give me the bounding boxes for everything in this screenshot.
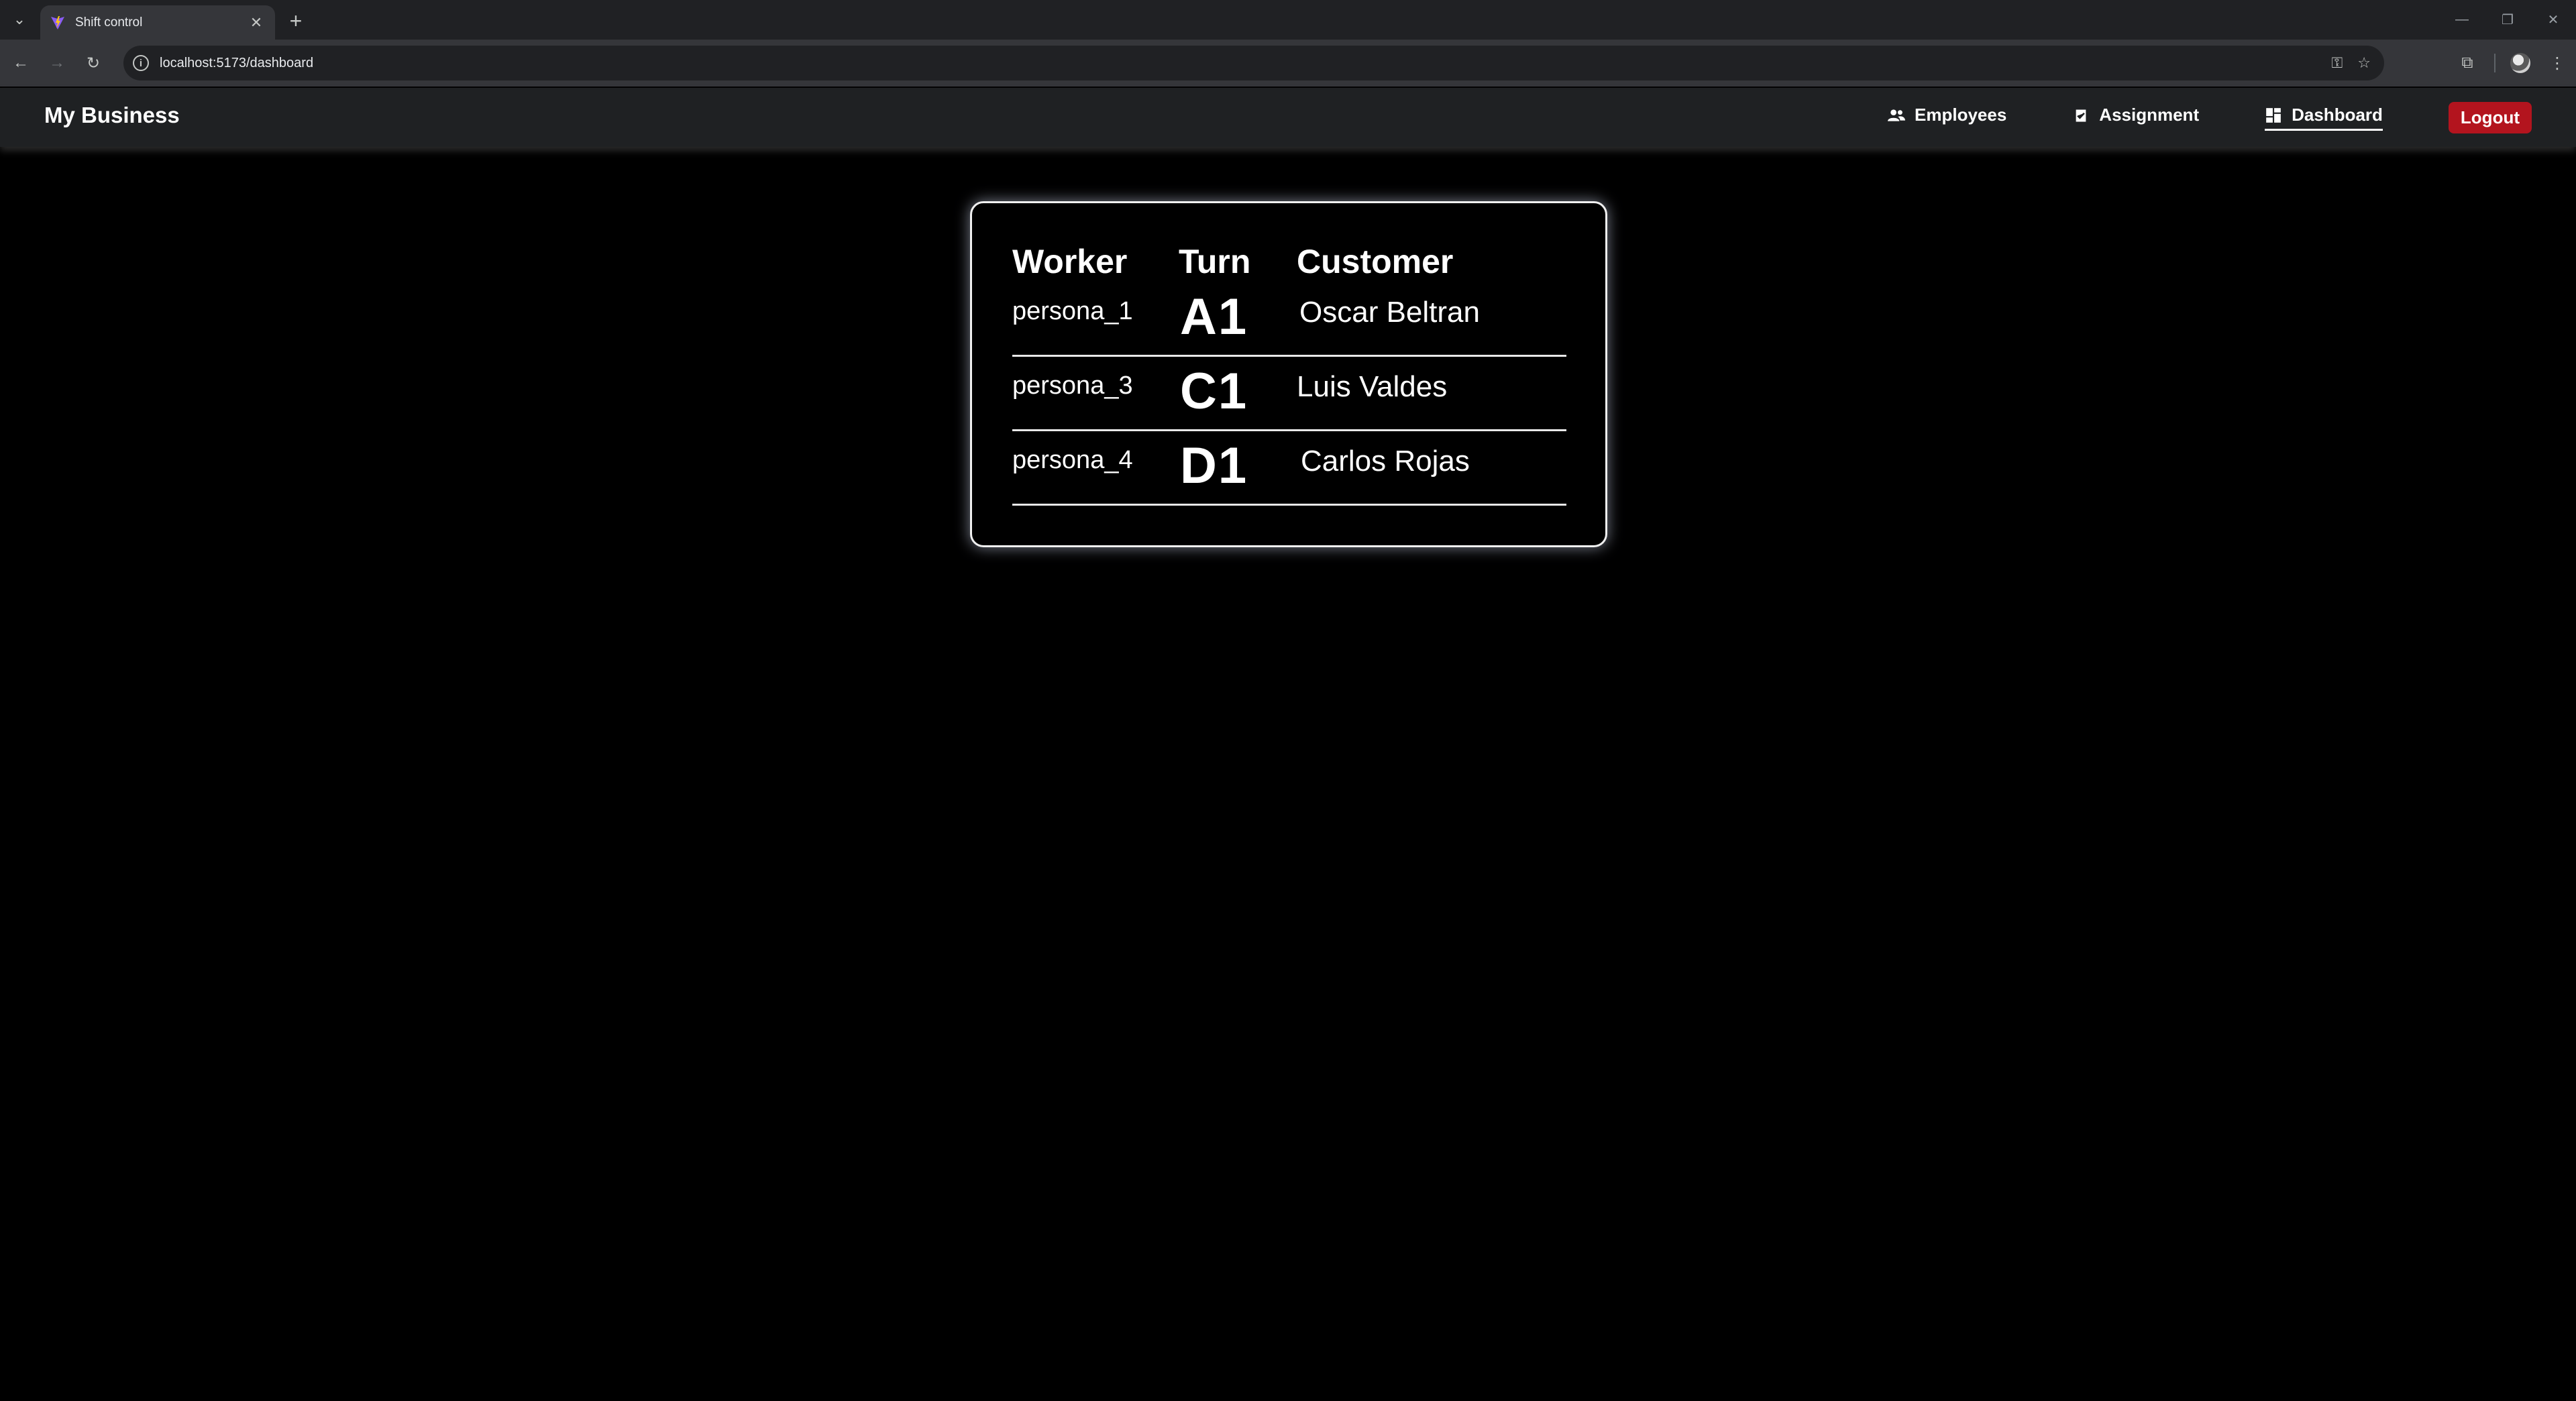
nav-assignment[interactable]: Assignment	[2072, 104, 2199, 131]
browser-tabstrip: ⌄ Shift control ✕ + — ❐ ✕	[0, 0, 2576, 40]
restore-icon[interactable]: ❐	[2485, 0, 2530, 40]
row-turn: C1	[1180, 363, 1248, 420]
users-icon	[1888, 109, 1905, 121]
profile-avatar[interactable]	[2510, 53, 2530, 73]
nav-employees[interactable]: Employees	[1888, 104, 2006, 131]
nav-assignment-label: Assignment	[2099, 105, 2200, 125]
tab-close-icon[interactable]: ✕	[247, 14, 266, 32]
dashboard-grid-icon	[2266, 107, 2281, 123]
row-customer: Oscar Beltran	[1299, 296, 1480, 329]
turn-row: persona_3 C1 Luis Valdes	[1012, 357, 1566, 431]
browser-toolbar: ← → ↻ i localhost:5173/dashboard ⚿ ☆ ⧉ ⋮	[0, 40, 2576, 87]
nav-dashboard-label: Dashboard	[2292, 105, 2383, 125]
turn-row: persona_1 A1 Oscar Beltran	[1012, 282, 1566, 357]
row-customer: Carlos Rojas	[1301, 445, 1470, 478]
row-worker: persona_3	[1012, 372, 1133, 400]
new-tab-icon[interactable]: +	[283, 8, 309, 34]
window-close-icon[interactable]: ✕	[2530, 0, 2576, 40]
nav-employees-label: Employees	[1915, 105, 2007, 125]
app-navbar: My Business Employees Assignment Dashboa…	[0, 88, 2576, 147]
site-info-icon[interactable]: i	[133, 55, 149, 71]
forward-icon[interactable]: →	[42, 48, 72, 78]
tab-search-icon[interactable]: ⌄	[7, 8, 32, 31]
extensions-icon[interactable]: ⧉	[2455, 54, 2479, 72]
row-worker: persona_1	[1012, 297, 1133, 325]
header-customer: Customer	[1297, 243, 1454, 280]
vite-favicon-icon	[51, 15, 64, 30]
row-turn: D1	[1180, 437, 1248, 494]
turn-row: persona_4 D1 Carlos Rojas	[1012, 431, 1566, 506]
back-icon[interactable]: ←	[5, 48, 36, 78]
logout-button[interactable]: Logout	[2448, 101, 2532, 133]
brand-title[interactable]: My Business	[44, 103, 180, 128]
row-worker: persona_4	[1012, 446, 1133, 474]
header-worker: Worker	[1012, 243, 1128, 280]
row-customer: Luis Valdes	[1297, 370, 1448, 403]
browser-tab[interactable]: Shift control ✕	[40, 5, 275, 40]
browser-menu-icon[interactable]: ⋮	[2545, 54, 2569, 73]
url-text[interactable]: localhost:5173/dashboard	[160, 56, 313, 71]
password-key-icon[interactable]: ⚿	[2332, 54, 2343, 72]
turns-card: Worker Turn Customer persona_1 A1 Oscar …	[970, 201, 1607, 547]
reload-icon[interactable]: ↻	[78, 48, 109, 78]
address-bar[interactable]: i localhost:5173/dashboard ⚿ ☆	[123, 46, 2384, 80]
window-controls: — ❐ ✕	[2439, 0, 2576, 40]
nav-dashboard[interactable]: Dashboard	[2265, 104, 2383, 131]
clipboard-check-icon	[2074, 107, 2088, 123]
minimize-icon[interactable]: —	[2439, 0, 2485, 40]
tab-title: Shift control	[75, 15, 143, 30]
bookmark-star-icon[interactable]: ☆	[2357, 54, 2371, 72]
nav-links: Employees Assignment Dashboard Logout	[1822, 97, 2532, 137]
header-turn: Turn	[1179, 243, 1251, 280]
toolbar-divider	[2494, 54, 2496, 72]
row-turn: A1	[1180, 288, 1248, 345]
